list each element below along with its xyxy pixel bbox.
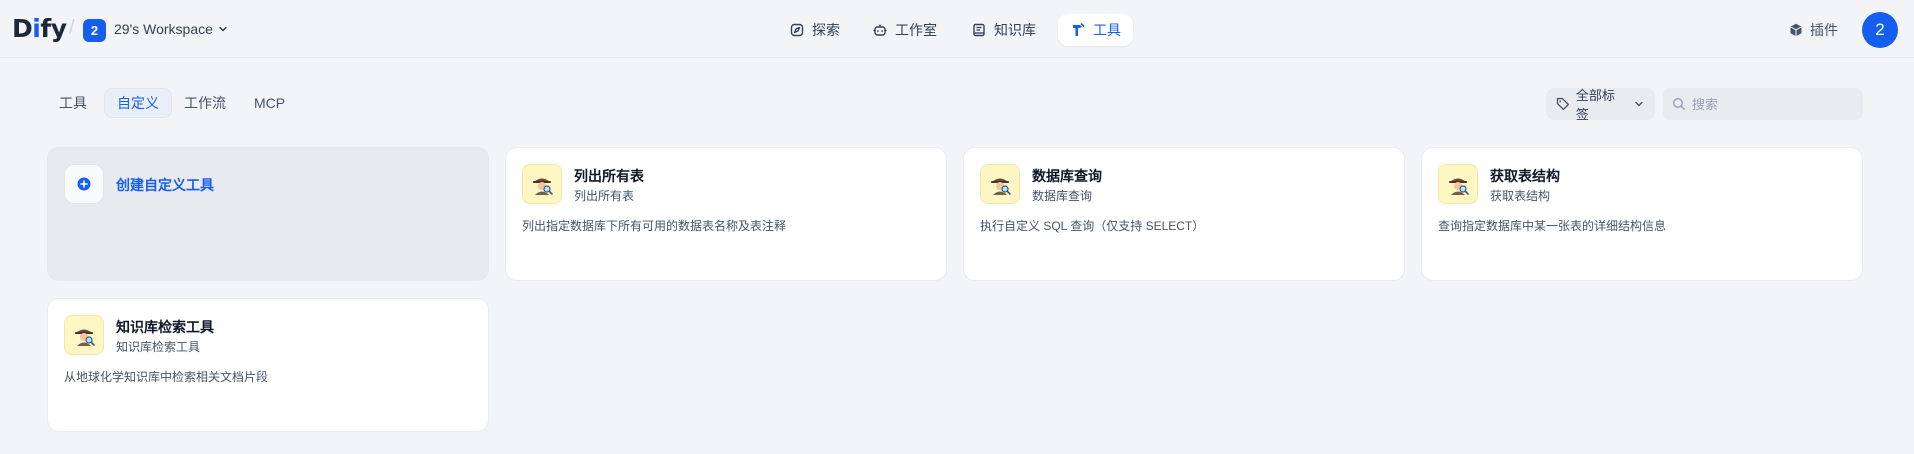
avatar[interactable]: 2 [1862,12,1898,48]
nav-explore[interactable]: 探索 [777,14,852,46]
detective-icon [75,329,95,346]
plus-circle-icon [77,177,91,191]
workspace-switcher[interactable]: 29's Workspace [114,21,229,37]
search-input[interactable] [1692,96,1852,112]
tool-icon-box [1438,164,1478,204]
create-custom-tool-card[interactable]: 创建自定义工具 [47,147,489,281]
chevron-down-icon [219,26,227,32]
tool-card[interactable]: 获取表结构 获取表结构 查询指定数据库中某一张表的详细结构信息 [1421,147,1863,281]
search-box[interactable] [1663,88,1863,120]
tab-builtin[interactable]: 工具 [47,88,99,118]
tab-custom[interactable]: 自定义 [104,88,172,118]
tool-card[interactable]: 知识库检索工具 知识库检索工具 从地球化学知识库中检索相关文档片段 [47,298,489,432]
nav-knowledge[interactable]: 知识库 [959,14,1048,46]
workspace-name: 29's Workspace [114,21,213,37]
hammer-icon [1073,23,1085,36]
nav-knowledge-label: 知识库 [994,22,1036,38]
tool-icon-box [64,315,104,355]
nav-tools[interactable]: 工具 [1058,14,1133,46]
create-custom-tool-label: 创建自定义工具 [116,177,214,193]
nav-studio-label: 工作室 [895,22,937,38]
tool-description: 查询指定数据库中某一张表的详细结构信息 [1438,219,1667,233]
tool-title: 数据库查询 [1032,168,1102,184]
tool-card[interactable]: 列出所有表 列出所有表 列出指定数据库下所有可用的数据表名称及表注释 [505,147,947,281]
compass-icon [790,23,804,37]
tool-card[interactable]: 数据库查询 数据库查询 执行自定义 SQL 查询（仅支持 SELECT） [963,147,1405,281]
tool-icon-box [980,164,1020,204]
tool-title: 列出所有表 [574,168,644,184]
workspace-badge[interactable]: 2 [83,19,106,42]
detective-icon [991,178,1011,195]
tool-title: 获取表结构 [1490,168,1560,184]
cube-icon [1790,23,1802,37]
search-icon [1672,97,1686,111]
tab-mcp[interactable]: MCP [242,88,297,118]
tool-subtitle: 列出所有表 [574,189,635,203]
nav-studio[interactable]: 工作室 [860,14,949,46]
detective-icon [1449,178,1469,195]
tool-subtitle: 知识库检索工具 [116,340,201,354]
robot-icon [873,24,887,36]
tool-subtitle: 获取表结构 [1490,189,1551,203]
nav-explore-label: 探索 [812,22,840,38]
tag-filter-label: 全部标签 [1575,88,1615,122]
tool-description: 执行自定义 SQL 查询（仅支持 SELECT） [980,219,1205,233]
dify-logo[interactable]: Dify [12,14,67,43]
breadcrumb-divider: / [69,17,75,39]
plugins-button[interactable]: 插件 [1788,20,1838,40]
nav-tools-label: 工具 [1093,22,1121,38]
chevron-down-icon [1635,101,1643,107]
plugins-label: 插件 [1810,22,1838,38]
tool-icon-box [522,164,562,204]
tab-workflow[interactable]: 工作流 [172,88,238,118]
tag-icon [1556,97,1569,111]
detective-icon [533,178,553,195]
tool-description: 列出指定数据库下所有可用的数据表名称及表注释 [522,219,787,233]
create-icon-box [64,164,104,204]
tag-filter-dropdown[interactable]: 全部标签 [1546,88,1655,122]
tool-description: 从地球化学知识库中检索相关文档片段 [64,370,269,384]
top-bar: Dify / 2 29's Workspace 探索 工作室 知识库 工具 插件… [0,0,1914,58]
book-icon [973,23,985,37]
tool-subtitle: 数据库查询 [1032,189,1093,203]
tool-title: 知识库检索工具 [116,319,214,335]
